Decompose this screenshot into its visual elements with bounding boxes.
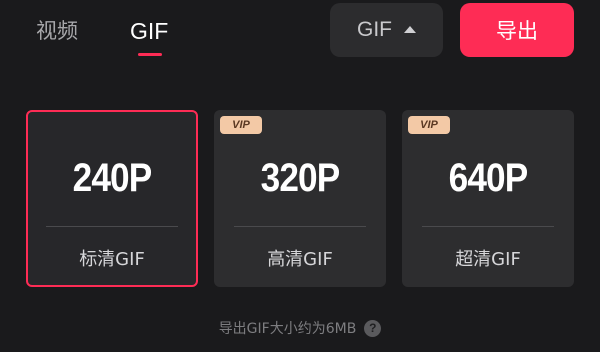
format-dropdown-value: GIF <box>357 18 392 41</box>
resolution-value: 320P <box>260 156 341 200</box>
resolution-value: 640P <box>448 156 529 200</box>
resolution-option-640p[interactable]: VIP 640P 超清GIF <box>402 110 574 287</box>
active-tab-indicator <box>138 53 162 56</box>
vip-badge-icon: VIP <box>220 116 262 134</box>
quality-label: 超清GIF <box>455 249 521 270</box>
resolution-option-240p[interactable]: 240P 标清GIF <box>26 110 198 287</box>
format-dropdown[interactable]: GIF <box>330 3 443 57</box>
resolution-option-320p[interactable]: VIP 320P 高清GIF <box>214 110 386 287</box>
estimated-size-text: 导出GIF大小约为6MB <box>218 321 357 337</box>
gif-export-panel: 视频 GIF GIF 导出 240P 标清GIF VIP 320P 高清GIF … <box>0 0 600 352</box>
card-divider <box>422 226 554 227</box>
quality-label: 标清GIF <box>79 249 145 270</box>
card-divider <box>46 226 178 227</box>
tab-video[interactable]: 视频 <box>36 16 78 46</box>
quality-label: 高清GIF <box>267 249 333 270</box>
vip-badge-icon: VIP <box>408 116 450 134</box>
export-button[interactable]: 导出 <box>460 3 574 57</box>
resolution-value: 240P <box>72 156 153 200</box>
tab-gif[interactable]: GIF <box>130 16 168 46</box>
estimated-size-note: 导出GIF大小约为6MB ? <box>0 318 600 338</box>
card-divider <box>234 226 366 227</box>
caret-up-icon <box>404 25 416 33</box>
help-icon[interactable]: ? <box>364 319 382 337</box>
